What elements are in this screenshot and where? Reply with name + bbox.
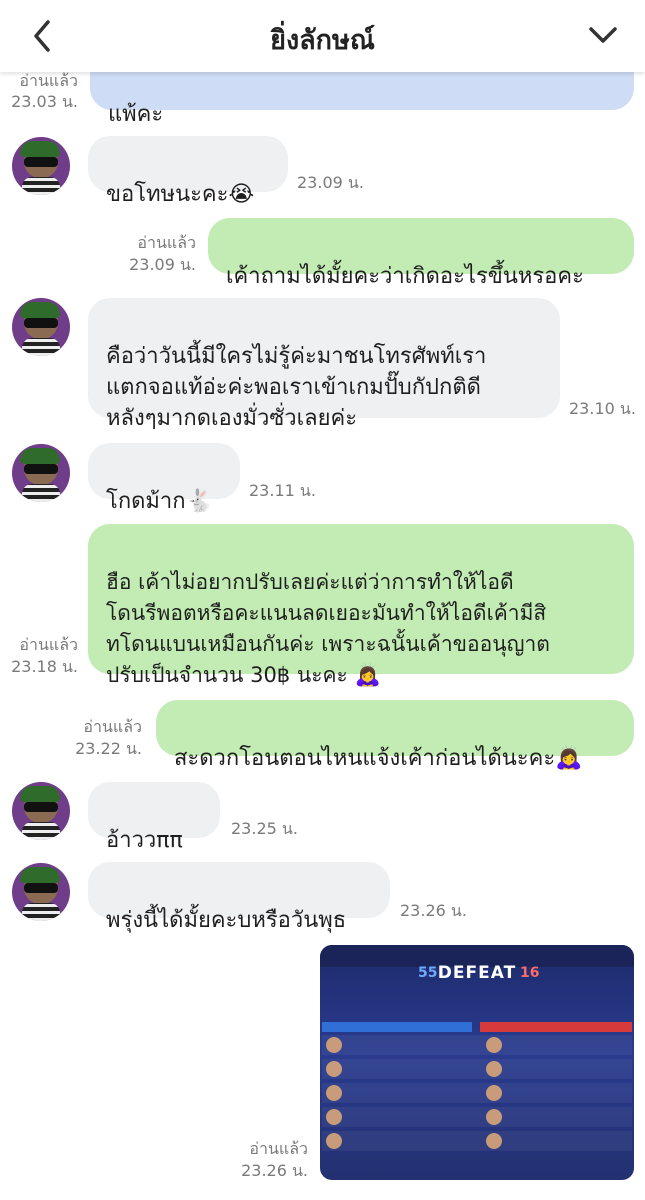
message-time: 23.25 น.	[231, 819, 298, 838]
player-row	[322, 1035, 632, 1055]
message-text: พรุ่งนี้ได้มั้ยคะบหรือวันพุธ	[106, 908, 347, 933]
read-receipt: อ่านแล้ว	[249, 1139, 308, 1158]
contact-avatar[interactable]	[12, 782, 70, 840]
message-bubble-incoming[interactable]: คือว่าวันนี้มีใครไม่รู้ค่ะมาชนโทรศัพท์เร…	[88, 298, 560, 431]
message-bubble-outgoing[interactable]: เค้าถามได้มั้ยคะว่าเกิดอะไรขึ้นหรอคะ	[208, 218, 634, 289]
score-right: 16	[520, 965, 540, 981]
read-receipt: อ่านแล้ว	[19, 635, 78, 654]
message-text: ฮือ เค้าไม่อยากปรับเลยค่ะแต่ว่าการทำให้ไ…	[106, 570, 550, 687]
message-time: 23.26 น.	[400, 901, 467, 920]
contact-avatar[interactable]	[12, 444, 70, 502]
message-time: 23.09 น.	[297, 173, 364, 192]
player-row	[322, 1059, 632, 1079]
message-time: 23.11 น.	[249, 481, 316, 500]
contact-avatar[interactable]	[12, 863, 70, 921]
message-text: โกดม้าก🐇	[106, 489, 213, 514]
message-time: 23.03 น.	[11, 92, 78, 111]
message-text: สะดวกโอนตอนไหนแจ้งเค้าก่อนได้นะคะ🙇‍♀️	[174, 746, 583, 771]
player-row	[322, 1131, 632, 1151]
contact-avatar[interactable]	[12, 298, 70, 356]
message-bubble-outgoing[interactable]: ฮือ เค้าไม่อยากปรับเลยค่ะแต่ว่าการทำให้ไ…	[88, 524, 634, 687]
chat-header: ยิ่งลักษณ์	[0, 0, 645, 72]
message-bubble-incoming[interactable]: โกดม้าก🐇	[88, 443, 240, 514]
message-bubble-outgoing[interactable]: สะดวกโอนตอนไหนแจ้งเค้าก่อนได้นะคะ🙇‍♀️	[156, 700, 634, 771]
message-bubble-incoming[interactable]: อ้าววππ	[88, 782, 220, 853]
message-time: 23.09 น.	[129, 255, 196, 274]
chevron-down-icon[interactable]	[587, 20, 619, 50]
message-text: อ้าววππ	[106, 828, 183, 853]
message-time: 23.22 น.	[75, 739, 142, 758]
read-receipt: อ่านแล้ว	[83, 717, 142, 736]
team-left-bar	[322, 1022, 472, 1032]
game-screenshot-image[interactable]: 55 DEFEAT 16	[320, 945, 634, 1180]
message-bubble-incoming[interactable]: พรุ่งนี้ได้มั้ยคะบหรือวันพุธ	[88, 862, 390, 933]
game-result-label: DEFEAT	[437, 963, 517, 983]
message-text: ขอโทษนะคะ😭	[106, 182, 255, 207]
message-time: 23.18 น.	[11, 657, 78, 676]
team-right-bar	[480, 1022, 632, 1032]
read-receipt: อ่านแล้ว	[19, 71, 78, 90]
contact-name: ยิ่งลักษณ์	[270, 25, 375, 56]
message-text: คือว่าวันนี้มีใครไม่รู้ค่ะมาชนโทรศัพท์เร…	[106, 344, 487, 431]
message-time: 23.26 น.	[241, 1161, 308, 1180]
message-text: เค้าถามได้มั้ยคะว่าเกิดอะไรขึ้นหรอคะ	[226, 264, 584, 289]
contact-avatar[interactable]	[12, 137, 70, 195]
player-row	[322, 1107, 632, 1127]
player-row	[322, 1083, 632, 1103]
message-text: แพ้คะ	[108, 102, 164, 127]
message-bubble-incoming[interactable]: ขอโทษนะคะ😭	[88, 136, 288, 207]
read-receipt: อ่านแล้ว	[137, 233, 196, 252]
message-time: 23.10 น.	[569, 399, 636, 418]
